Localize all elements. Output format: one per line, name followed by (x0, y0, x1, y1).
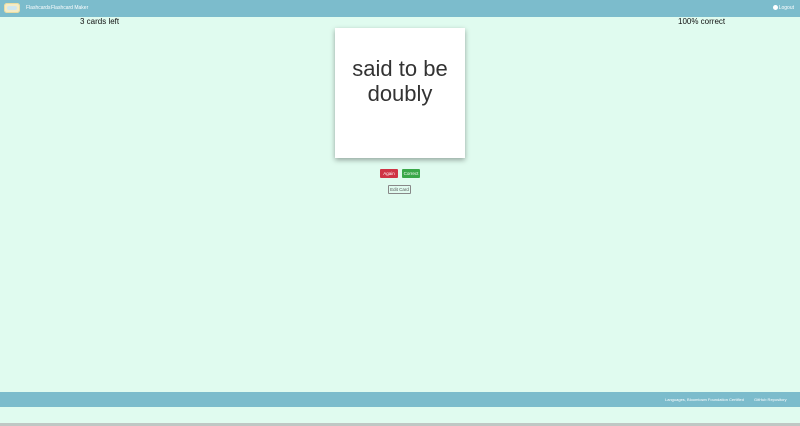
gear-icon (772, 5, 778, 10)
cards-left-counter: 3 cards left (80, 17, 120, 26)
nav-link-flashcards[interactable]: Flashcards (26, 4, 50, 12)
flashcard[interactable]: said to be doubly (335, 28, 465, 158)
correct-button[interactable]: Correct (402, 169, 420, 178)
flashcard-text: said to be doubly (352, 56, 448, 106)
flashcard-logo-icon[interactable] (4, 3, 20, 13)
logout-link[interactable]: Logout (772, 4, 794, 12)
edit-card-button[interactable]: Edit Card (388, 185, 411, 194)
footer-credit-text: Languages, Bloomtown Foundation Certifie… (665, 397, 744, 402)
top-navbar: Flashcards Flashcard Maker Logout (0, 0, 800, 17)
github-link[interactable]: GitHub Repository (754, 396, 787, 403)
nav-link-flashcard-maker[interactable]: Flashcard Maker (51, 4, 88, 12)
footer: Languages, Bloomtown Foundation Certifie… (0, 392, 800, 407)
logout-label: Logout (778, 5, 794, 11)
percent-correct-counter: 100% correct (678, 17, 726, 26)
again-button[interactable]: Again (380, 169, 398, 178)
